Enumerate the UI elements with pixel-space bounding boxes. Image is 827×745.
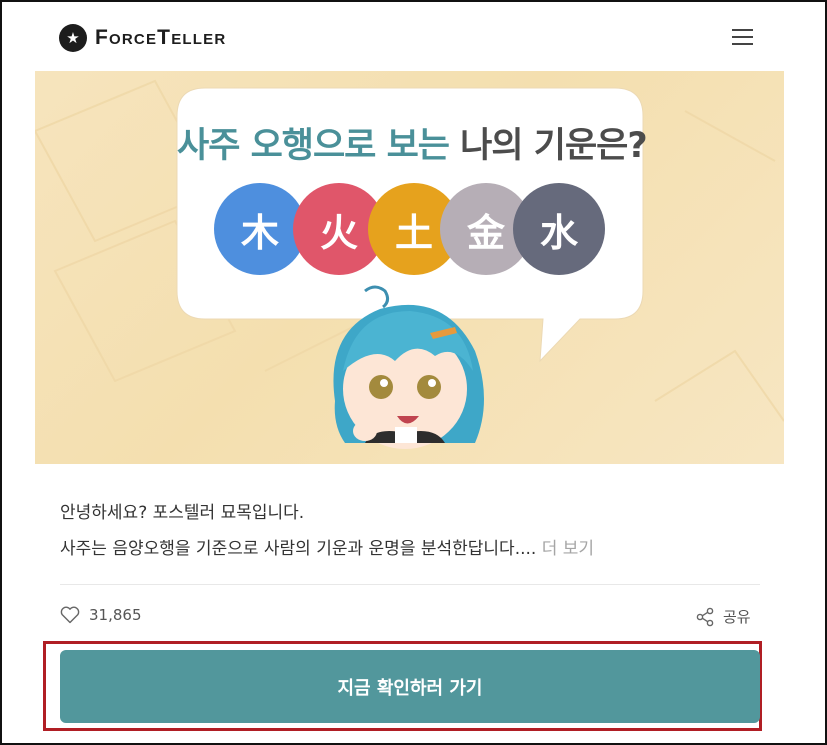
- intro-ellipsis: ...: [520, 539, 537, 559]
- logo-text: ForceTeller: [95, 26, 227, 49]
- intro-line-2: 사주는 음양오행을 기준으로 사람의 기운과 운명을 분석한답니다.... 더 …: [60, 539, 595, 559]
- intro-line-1: 안녕하세요? 포스텔러 묘목입니다.: [60, 503, 305, 523]
- forceteller-logo[interactable]: ★ ForceTeller: [59, 24, 226, 52]
- divider: [60, 584, 760, 585]
- like-count: 31,865: [89, 606, 142, 624]
- share-button[interactable]: 공유: [695, 606, 751, 627]
- check-now-button[interactable]: 지금 확인하러 가기: [60, 650, 760, 723]
- banner-title: 사주 오행으로 보는 나의 기운은?: [177, 126, 648, 166]
- share-icon: [696, 607, 714, 626]
- hamburger-menu-icon[interactable]: [732, 26, 754, 46]
- see-more-link[interactable]: 더 보기: [536, 539, 594, 559]
- share-label: 공유: [723, 608, 751, 626]
- intro-text: 안녕하세요? 포스텔러 묘목입니다. 사주는 음양오행을 기준으로 사람의 기운…: [60, 495, 594, 567]
- element-water-circle: 水: [513, 183, 605, 275]
- star-logo-icon: ★: [59, 24, 87, 52]
- like-button[interactable]: 31,865: [60, 606, 142, 624]
- heart-icon: [60, 606, 80, 624]
- hero-banner[interactable]: 사주 오행으로 보는 나의 기운은? 木 火 土 金 水: [35, 71, 784, 464]
